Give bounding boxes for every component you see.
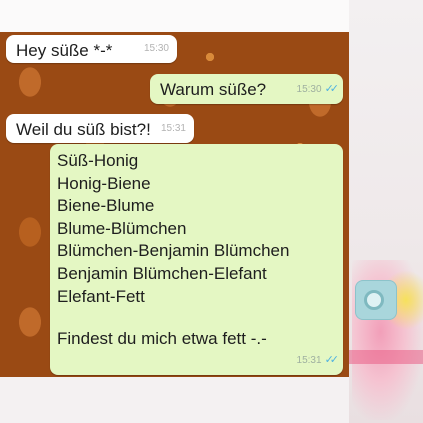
message-line: Blume-Blümchen <box>57 218 187 238</box>
message-meta: 15:30 ✓✓ <box>296 79 340 100</box>
message-lines: Süß-Honig Honig-Biene Biene-Blume Blume-… <box>57 150 289 308</box>
message-time: 15:31 <box>296 355 322 366</box>
message-text: Hey süße *-* <box>16 41 113 60</box>
message-bubble-incoming[interactable]: Weil du süß bist?! 15:31 <box>6 114 194 143</box>
message-line: Benjamin Blümchen-Elefant <box>57 263 267 283</box>
message-line: Elefant-Fett <box>57 286 145 306</box>
double-check-icon: ✓✓ <box>324 354 340 366</box>
message-line: Honig-Biene <box>57 173 151 193</box>
message-time: 15:30 <box>143 43 169 54</box>
message-text: Warum süße? <box>160 80 267 99</box>
message-bubble-incoming[interactable]: Hey süße *-* 15:30 <box>6 35 177 63</box>
message-question: Findest du mich etwa fett -.- <box>57 329 267 348</box>
camera-lens <box>364 290 384 310</box>
message-time: 15:31 <box>160 123 186 134</box>
message-text: Weil du süß bist?! <box>16 120 151 139</box>
message-line: Süß-Honig <box>57 151 139 170</box>
toy-camera-image <box>355 280 397 320</box>
message-line: Blümchen-Benjamin Blümchen <box>57 241 290 261</box>
message-bubble-outgoing[interactable]: Warum süße? 15:30 ✓✓ <box>150 74 343 104</box>
pink-table-edge <box>349 350 423 364</box>
double-check-icon: ✓✓ <box>324 83 340 95</box>
screenshot-frame: Hey süße *-* 15:30 Warum süße? 15:30 ✓✓ W… <box>0 0 423 423</box>
message-line: Biene-Blume <box>57 196 155 216</box>
message-time: 15:30 <box>296 84 322 95</box>
message-meta: 15:31 ✓✓ <box>296 350 340 371</box>
message-bubble-outgoing[interactable]: Süß-Honig Honig-Biene Biene-Blume Blume-… <box>50 144 343 375</box>
